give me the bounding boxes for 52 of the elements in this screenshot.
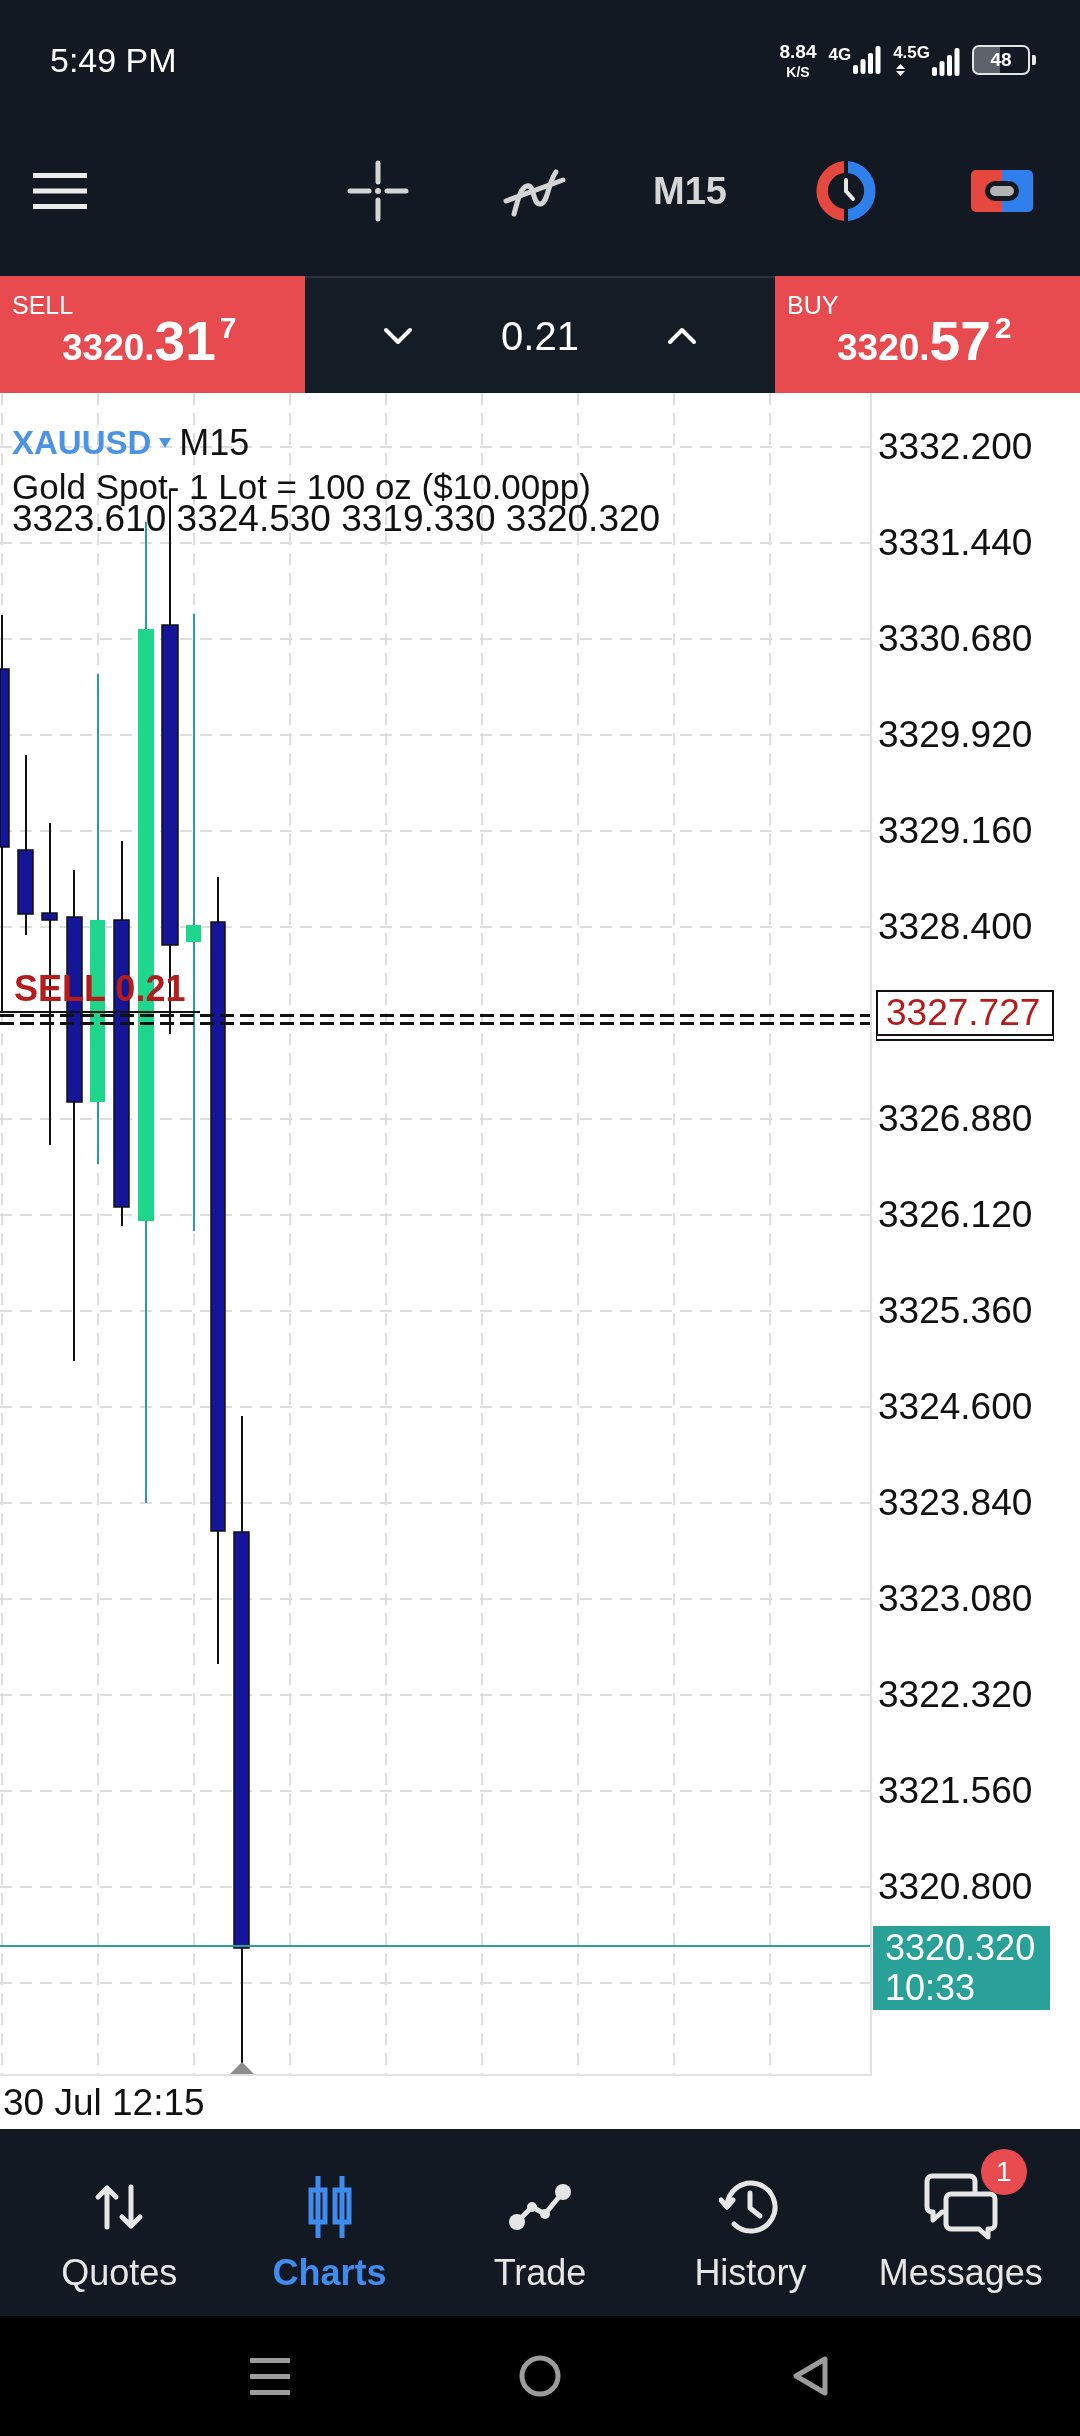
notification-badge: 1: [980, 2149, 1027, 2195]
price-label: 3332.200: [878, 426, 1033, 468]
chevron-down-icon[interactable]: [383, 326, 414, 345]
price-label: 3329.160: [878, 810, 1033, 852]
menu-icon[interactable]: [250, 2355, 290, 2397]
price-label: 3321.560: [878, 1770, 1033, 1812]
caret-icon[interactable]: [159, 438, 172, 448]
order-price-tag: 3327.727: [876, 989, 1054, 1041]
nav-tab[interactable]: Quotes: [57, 2175, 182, 2293]
price-label: 3324.600: [878, 1386, 1033, 1428]
network-speed: 8.84: [779, 41, 817, 61]
price-label: 3328.400: [878, 906, 1033, 948]
volume-field[interactable]: 0.21: [501, 311, 579, 360]
menu-icon[interactable]: [33, 173, 87, 209]
time-label: 30 Jul 12:15: [3, 2080, 205, 2125]
line-chart-icon: [508, 2183, 572, 2231]
nav-tab[interactable]: Trade: [489, 2175, 591, 2293]
price-label: 3322.320: [878, 1674, 1033, 1716]
chevron-up-icon[interactable]: [666, 326, 697, 345]
current-price: 3320.320: [885, 1928, 1037, 1968]
battery-indicator: 48: [972, 45, 1036, 75]
network-type: 4.5G: [893, 44, 930, 62]
clock-icon[interactable]: [815, 160, 877, 222]
toggle-icon[interactable]: [971, 170, 1033, 212]
chat-icon: [923, 2173, 998, 2241]
crosshair-icon[interactable]: [347, 160, 409, 222]
signal-icon: [932, 48, 960, 76]
speed-unit: K/S: [786, 64, 810, 79]
clock-time: 5:49 PM: [50, 40, 177, 80]
buy-button[interactable]: BUY 3320.57$^{2}$: [775, 276, 1080, 393]
price-label: 3323.080: [878, 1578, 1033, 1620]
price-label: 3330.680: [878, 618, 1033, 660]
sell-button[interactable]: SELL 3320.31$^{7}$: [0, 276, 305, 393]
price-label: 3329.920: [878, 714, 1033, 756]
price-label: 3331.440: [878, 522, 1033, 564]
price-label: 3320.800: [878, 1866, 1033, 1908]
home-icon[interactable]: [519, 2355, 561, 2397]
nav-tab[interactable]: History: [690, 2175, 811, 2293]
price-label: 3323.840: [878, 1482, 1033, 1524]
signal-icon: [853, 46, 882, 74]
nav-tab[interactable]: Charts: [268, 2175, 391, 2293]
back-icon[interactable]: [791, 2355, 829, 2397]
arrows-up-down-icon: [94, 2184, 145, 2230]
data-arrows-icon: [896, 64, 906, 76]
bar-timer: 10:33: [885, 1968, 977, 2008]
network-type: 4G: [828, 46, 852, 64]
price-label: 3326.120: [878, 1194, 1033, 1236]
marker-icon: [230, 2062, 254, 2074]
price-label: 3325.360: [878, 1290, 1033, 1332]
price-label: 3326.880: [878, 1098, 1033, 1140]
timeframe-label: M15: [179, 425, 250, 461]
timeframe-button[interactable]: M15: [649, 167, 731, 215]
